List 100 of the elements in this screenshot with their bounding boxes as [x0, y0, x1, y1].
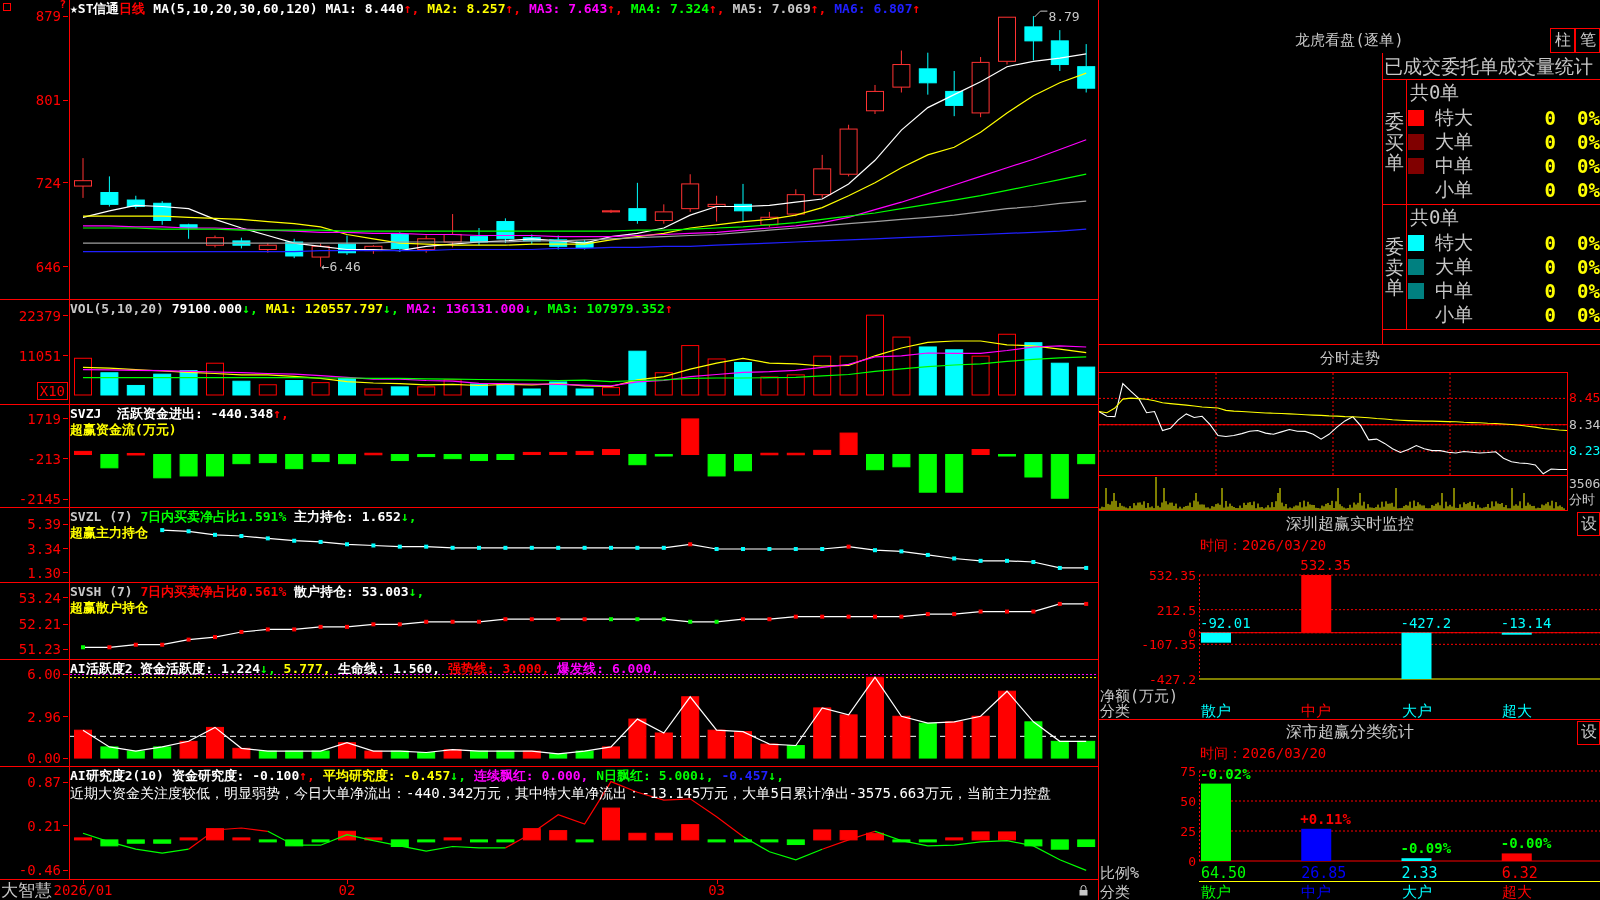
indicator-text: AI研究度2(10) 资金研究度: -0.100 — [70, 768, 300, 784]
order-size-label: 中单 — [1435, 278, 1474, 303]
indicator-text: ↑, — [299, 768, 315, 784]
change-percent-label: -0.00% — [1500, 835, 1552, 852]
category-label: 超大 — [1500, 703, 1532, 719]
indicator-text: 超赢资金流(万元) — [70, 422, 177, 438]
axis-tick-label: -427.2 — [1149, 672, 1196, 686]
axis-tick-label: 25 — [1180, 824, 1196, 838]
indicator-text: ↓, — [260, 661, 276, 677]
axis-tick-label: 0.00 — [27, 751, 61, 766]
price-tick-label: 8.34 — [1569, 417, 1600, 432]
indicator-text: 连续飘红: 0.000, — [472, 768, 589, 784]
order-percent: 0% — [1576, 304, 1600, 326]
axis-tick-label: 212.5 — [1156, 603, 1196, 617]
axis-tick-label: -2145 — [18, 492, 61, 507]
indicator-text: -0.457 — [720, 768, 769, 784]
order-percent: 0% — [1576, 179, 1600, 201]
order-count: 0 — [1543, 107, 1556, 129]
indicator-text: ↓, — [408, 584, 425, 600]
indicator-text: ↓, — [450, 768, 466, 784]
side-label: 委卖单 — [1385, 235, 1404, 299]
indicator-text: ↓, — [697, 768, 714, 784]
indicator-text: ↑, — [273, 406, 289, 422]
axis-tick-label: 0 — [1188, 626, 1196, 640]
price-tick-label: 8.45 — [1569, 391, 1600, 406]
order-count: 0 — [1543, 304, 1556, 326]
order-size-label: 特大 — [1435, 105, 1474, 130]
indicator-text: VOL(5,10,20) — [70, 301, 164, 317]
category-label: 大户 — [1400, 703, 1432, 719]
order-percent: 0% — [1576, 107, 1600, 129]
indicator-text: SVSH (7) — [70, 584, 133, 600]
order-count: 0 — [1543, 155, 1556, 177]
order-count: 0 — [1543, 232, 1556, 254]
axis-tick-label: 51.23 — [18, 642, 61, 657]
table-title: 已成交委托单成交量统计 — [1383, 53, 1600, 80]
order-percent: 0% — [1576, 131, 1600, 153]
axis-tick-label: 11051 — [18, 348, 61, 363]
indicator-text: 散户持仓: 53.003 — [293, 584, 409, 600]
order-size-label: 小单 — [1435, 177, 1474, 202]
category-label: 中户 — [1300, 703, 1332, 719]
date-axis-label: 02 — [338, 881, 356, 900]
axis-title: 净额(万元) — [1100, 689, 1180, 704]
order-size-label: 中单 — [1435, 153, 1474, 178]
axis-tick-label: 5.39 — [27, 517, 61, 532]
panel-title: 深市超赢分类统计 — [1285, 722, 1414, 743]
date-axis-label: 2026/01 — [53, 881, 113, 900]
time-label: 时间：2026/03/20 — [1200, 537, 1327, 555]
axis-tick-label: 0.21 — [27, 818, 61, 833]
volume-axis-label: 分时 — [1568, 492, 1596, 508]
axis-tick-label: 1.30 — [27, 565, 61, 580]
indicator-text: ↓, — [524, 301, 540, 317]
axis-tick-label: 22379 — [18, 308, 61, 323]
bar-value-label: -427.2 — [1400, 614, 1452, 631]
indicator-text: ↑ — [664, 301, 673, 317]
change-percent-label: +0.11% — [1300, 810, 1351, 827]
panel-title: 龙虎看盘(逐单) — [1295, 31, 1404, 51]
change-percent-label: -0.09% — [1400, 840, 1452, 857]
indicator-text: ↓, — [383, 301, 399, 317]
panel-title: 深圳超赢实时监控 — [1285, 513, 1414, 535]
axis-tick-label: -0.46 — [18, 863, 61, 878]
order-count: 0 — [1543, 131, 1556, 153]
indicator-text: ↓, — [400, 509, 417, 525]
axis-tick-label: 0.87 — [27, 775, 61, 790]
panel-title: 分时走势 — [1318, 348, 1381, 369]
category-label: 超大 — [1500, 884, 1532, 900]
indicator-text: 主力持仓: 1.652 — [293, 509, 401, 525]
axis-tick-label: -213 — [27, 451, 61, 466]
date-axis-label: 03 — [708, 881, 725, 900]
multiplier-label: X10 — [36, 382, 68, 400]
axis-tick-label: 52.21 — [18, 617, 61, 632]
axis-tick-label: 0 — [1188, 854, 1196, 868]
indicator-text: SVZL (7) — [70, 509, 133, 525]
bar-value-label: -92.01 — [1200, 614, 1251, 631]
bar-value-label: 26.85 — [1300, 865, 1347, 881]
indicator-text: 平均研究度: -0.457 — [321, 768, 451, 784]
order-percent: 0% — [1576, 256, 1600, 278]
order-size-label: 大单 — [1435, 254, 1474, 279]
order-count: 0 — [1543, 256, 1556, 278]
indicator-text: AI活跃度2 资金活跃度: 1.224 — [70, 661, 261, 677]
indicator-text: MA1: 120557.797 — [264, 301, 384, 317]
indicator-text: 79100.000 — [170, 301, 243, 317]
bar-value-label: -13.14 — [1500, 614, 1552, 631]
category-label: 中户 — [1300, 884, 1332, 900]
indicator-text: N日飘红: 5.000 — [595, 768, 698, 784]
order-size-label: 小单 — [1435, 302, 1474, 327]
bar-value-label: 2.33 — [1400, 865, 1438, 881]
indicator-text: ↓, — [768, 768, 784, 784]
indicator-text: 7日内买卖净占比1.591% — [139, 509, 287, 525]
time-label: 时间：2026/03/20 — [1200, 744, 1327, 763]
order-size-label: 大单 — [1435, 129, 1474, 154]
axis-tick-label: 3.34 — [27, 541, 61, 556]
bar-value-label: 532.35 — [1300, 557, 1351, 573]
brand-label: 大智慧 — [0, 880, 52, 900]
order-total: 共0单 — [1409, 80, 1461, 105]
order-total: 共0单 — [1409, 205, 1461, 230]
indicator-text: 7日内买卖净占比0.561% — [139, 584, 287, 600]
axis-tick-label: 50 — [1180, 794, 1196, 808]
volume-axis-label: 3506 — [1568, 476, 1600, 492]
indicator-text: 生命线: 1.560, — [337, 661, 440, 677]
side-label: 委买单 — [1385, 110, 1404, 174]
